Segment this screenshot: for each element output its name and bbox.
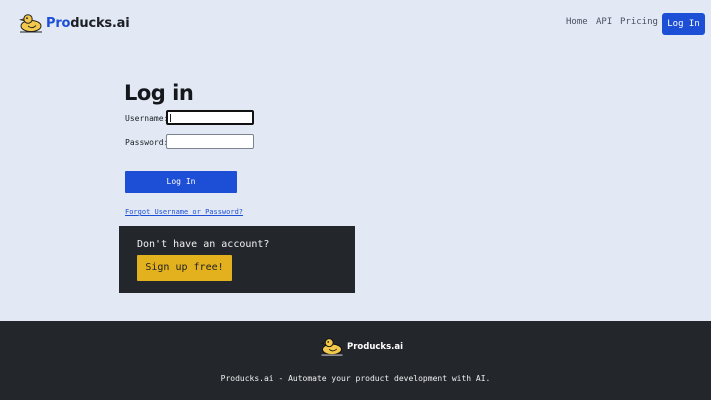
forgot-credentials-link[interactable]: Forgot Username or Password? bbox=[125, 208, 243, 216]
signup-prompt: Don't have an account? bbox=[137, 239, 270, 250]
duck-logo-icon bbox=[320, 338, 343, 356]
text-cursor bbox=[170, 114, 171, 122]
login-submit-button[interactable]: Log In bbox=[125, 171, 237, 193]
site-header: Producks.ai Home API Pricing Log In bbox=[0, 0, 711, 46]
username-label: Username: bbox=[125, 114, 169, 123]
footer-brand-logo[interactable]: Producks.ai bbox=[320, 337, 403, 356]
brand-name-prefix: Pro bbox=[46, 15, 71, 31]
brand-logo-link[interactable]: Producks.ai bbox=[19, 13, 130, 33]
password-input[interactable] bbox=[166, 134, 254, 149]
signup-button[interactable]: Sign up free! bbox=[137, 255, 232, 281]
signup-panel: Don't have an account? Sign up free! bbox=[119, 226, 355, 293]
nav-api-link[interactable]: API bbox=[596, 17, 612, 27]
nav-login-button[interactable]: Log In bbox=[662, 13, 705, 35]
brand-name: Producks.ai bbox=[46, 16, 130, 31]
username-input[interactable] bbox=[166, 110, 254, 125]
duck-logo-icon bbox=[19, 14, 42, 33]
nav-home-link[interactable]: Home bbox=[566, 17, 588, 27]
brand-name-rest: ducks.ai bbox=[70, 15, 130, 31]
footer-tagline: Producks.ai - Automate your product deve… bbox=[220, 374, 491, 383]
footer-brand-name: Producks.ai bbox=[347, 341, 404, 352]
site-footer: Producks.ai Producks.ai - Automate your … bbox=[0, 321, 711, 400]
nav-pricing-link[interactable]: Pricing bbox=[620, 17, 658, 27]
password-label: Password: bbox=[125, 138, 169, 147]
page-title: Log in bbox=[124, 81, 194, 105]
